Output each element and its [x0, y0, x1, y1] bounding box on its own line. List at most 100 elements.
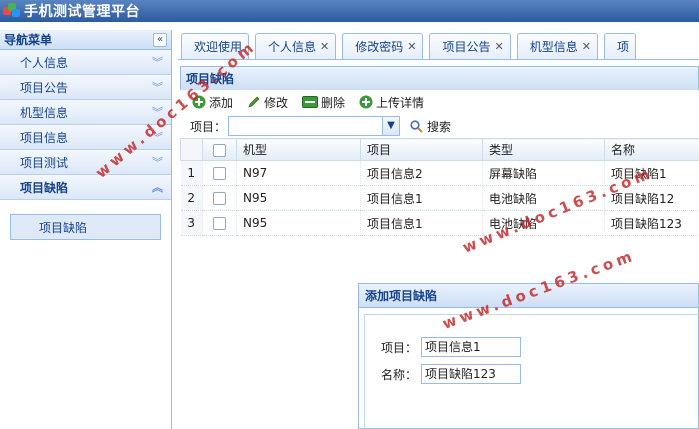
close-icon[interactable]: ✕: [407, 40, 416, 53]
name-field[interactable]: 项目缺陷123: [421, 364, 521, 384]
row-number: 1: [180, 160, 203, 186]
column-header-type[interactable]: 类型: [482, 138, 605, 161]
table-row[interactable]: 3 N95 项目信息1 电池缺陷 项目缺陷123: [180, 210, 699, 236]
tab-change-password[interactable]: 修改密码 ✕: [342, 33, 424, 59]
search-label: 项目：: [190, 119, 227, 134]
chevron-double-down-icon: ︾: [152, 81, 163, 94]
sidebar-title: 导航菜单: [4, 33, 53, 47]
sidebar-subpanel: 项目缺陷: [0, 200, 171, 350]
upload-icon: [359, 95, 373, 109]
delete-button-label: 删除: [321, 95, 346, 110]
column-header-model[interactable]: 机型: [236, 138, 361, 161]
cell-project: 项目信息1: [360, 185, 483, 211]
row-select-cell: [202, 185, 237, 211]
table-row[interactable]: 1 N97 项目信息2 屏幕缺陷 项目缺陷1: [180, 160, 699, 186]
search-button-label: 搜索: [427, 119, 452, 134]
row-checkbox[interactable]: [213, 167, 226, 180]
cell-type: 屏幕缺陷: [482, 160, 605, 186]
close-icon[interactable]: ✕: [582, 40, 591, 53]
sidebar-header: 导航菜单 «: [0, 30, 171, 50]
upload-details-label: 上传详情: [376, 95, 425, 110]
chevron-double-down-icon: ︾: [152, 106, 163, 119]
dialog-form: 项目： 项目信息1 名称： 项目缺陷123: [364, 314, 699, 429]
chevron-double-down-icon: ︾: [152, 56, 163, 69]
row-checkbox[interactable]: [213, 192, 226, 205]
tab-bar: 欢迎使用 个人信息 ✕ 修改密码 ✕ 项目公告 ✕ 机型信息 ✕ 项: [178, 30, 699, 60]
chevron-double-down-icon: ︾: [152, 156, 163, 169]
sidebar-subitem-label: 项目缺陷: [39, 220, 88, 235]
cell-model: N95: [236, 185, 361, 211]
tab-project-notice[interactable]: 项目公告 ✕: [429, 33, 511, 59]
add-icon: [192, 95, 206, 109]
sidebar-item-personal-info[interactable]: 个人信息 ︾: [0, 50, 171, 75]
row-number-header: [180, 138, 203, 161]
app-title: 手机测试管理平台: [24, 4, 140, 20]
sidebar-item-label: 项目公告: [20, 80, 69, 95]
sidebar-item-label: 项目信息: [20, 130, 69, 145]
app-header: 手机测试管理平台: [0, 0, 699, 22]
add-button[interactable]: 添加: [192, 94, 233, 111]
name-field-row: 名称： 项目缺陷123: [365, 364, 521, 384]
row-select-cell: [202, 160, 237, 186]
tab-project-partial[interactable]: 项: [603, 33, 636, 59]
tab-label: 修改密码: [355, 40, 404, 54]
column-header-project[interactable]: 项目: [360, 138, 483, 161]
sidebar-item-label: 个人信息: [20, 55, 69, 70]
cell-name: 项目缺陷123: [604, 210, 699, 236]
sidebar-item-project-info[interactable]: 项目信息 ︾: [0, 125, 171, 150]
project-select[interactable]: ▼: [228, 116, 401, 136]
cell-type: 电池缺陷: [482, 185, 605, 211]
sidebar-item-project-test[interactable]: 项目测试 ︾: [0, 150, 171, 175]
add-defect-dialog: 添加项目缺陷 项目： 项目信息1 名称： 项目缺陷123: [358, 283, 699, 429]
remove-icon: [302, 96, 319, 108]
cell-project: 项目信息2: [360, 160, 483, 186]
grid-header-row: 机型 项目 类型 名称: [180, 138, 699, 161]
sidebar-item-project-defect[interactable]: 项目缺陷 ︽: [0, 175, 171, 200]
chevron-double-up-icon: ︽: [152, 181, 163, 194]
row-number: 2: [180, 185, 203, 211]
upload-details-button[interactable]: 上传详情: [359, 94, 424, 111]
collapse-sidebar-button[interactable]: «: [153, 32, 167, 47]
row-checkbox[interactable]: [213, 217, 226, 230]
project-field-row: 项目： 项目信息1: [365, 337, 521, 357]
cell-project: 项目信息1: [360, 210, 483, 236]
cell-model: N97: [236, 160, 361, 186]
panel-title: 项目缺陷: [180, 66, 699, 90]
tab-label: 项: [616, 40, 629, 54]
toolbar: 添加 修改 删除 上传详情: [180, 90, 699, 114]
close-icon[interactable]: ✕: [320, 40, 329, 53]
tab-label: 欢迎使用: [194, 40, 243, 54]
cell-type: 电池缺陷: [482, 210, 605, 236]
edit-button[interactable]: 修改: [247, 94, 288, 111]
row-select-cell: [202, 210, 237, 236]
cell-name: 项目缺陷1: [604, 160, 699, 186]
tab-label: 项目公告: [442, 40, 491, 54]
sidebar-subitem-project-defect[interactable]: 项目缺陷: [10, 214, 161, 240]
select-all-checkbox[interactable]: [213, 143, 226, 157]
tab-label: 个人信息: [268, 40, 317, 54]
chevron-down-icon[interactable]: ▼: [382, 117, 400, 135]
project-field-label: 项目：: [380, 340, 417, 355]
dialog-title: 添加项目缺陷: [359, 284, 698, 308]
tab-model-info[interactable]: 机型信息 ✕: [516, 33, 598, 59]
search-button[interactable]: 搜索: [410, 118, 451, 135]
chevron-double-down-icon: ︾: [152, 131, 163, 144]
table-row[interactable]: 2 N95 项目信息1 电池缺陷 项目缺陷12: [180, 185, 699, 211]
sidebar-item-label: 项目测试: [20, 155, 69, 170]
close-icon[interactable]: ✕: [495, 40, 504, 53]
sidebar-item-label: 项目缺陷: [20, 180, 69, 195]
select-all-header: [202, 138, 237, 161]
delete-button[interactable]: 删除: [302, 94, 345, 111]
cell-model: N95: [236, 210, 361, 236]
add-button-label: 添加: [209, 95, 234, 110]
project-field[interactable]: 项目信息1: [421, 337, 521, 357]
edit-button-label: 修改: [264, 95, 289, 110]
tab-label: 机型信息: [529, 40, 578, 54]
sidebar-item-model-info[interactable]: 机型信息 ︾: [0, 100, 171, 125]
cell-name: 项目缺陷12: [604, 185, 699, 211]
sidebar-item-project-notice[interactable]: 项目公告 ︾: [0, 75, 171, 100]
column-header-name[interactable]: 名称: [604, 138, 699, 161]
app-logo-icon: [3, 3, 21, 19]
tab-personal-info[interactable]: 个人信息 ✕: [255, 33, 337, 59]
tab-welcome[interactable]: 欢迎使用: [181, 33, 250, 59]
